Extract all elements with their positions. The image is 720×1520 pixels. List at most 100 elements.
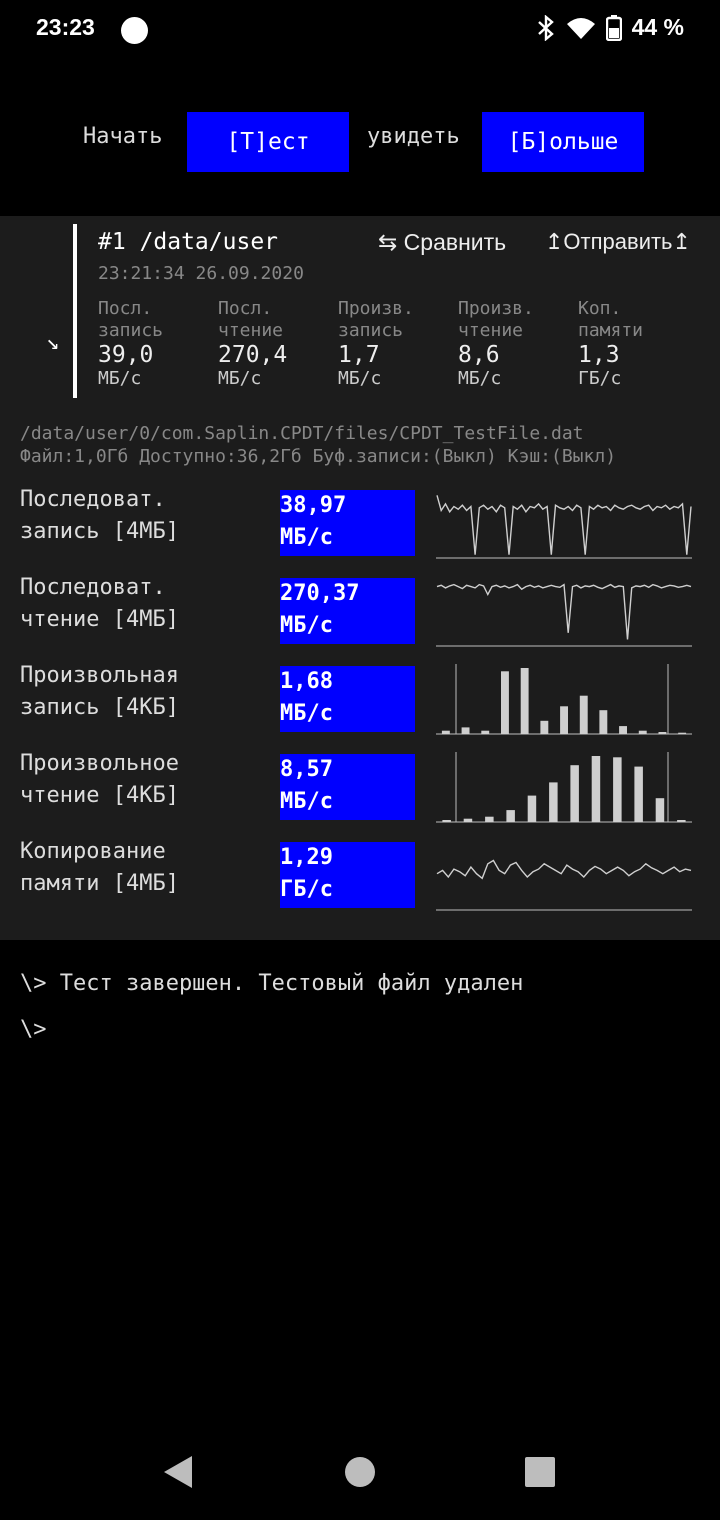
summary-label: запись	[98, 320, 164, 341]
summary-value: 39,0	[98, 342, 154, 368]
expand-arrow-icon[interactable]: ↘	[46, 330, 59, 355]
terminal-line: \> Тест завершен. Тестовый файл удален	[20, 971, 524, 996]
summary-label: памяти	[578, 320, 644, 341]
result-label-line: Последоват.	[20, 575, 166, 600]
recents-icon[interactable]	[525, 1457, 555, 1487]
summary-rand-read: Произв. чтение 8,6 МБ/с	[458, 298, 534, 389]
summary-mem-copy: Коп. памяти 1,3 ГБ/с	[578, 298, 643, 389]
result-label-rand-read: Произвольное чтение [4КБ]	[20, 748, 179, 812]
chart-bar	[442, 820, 451, 822]
battery-icon	[605, 14, 622, 41]
result-label-line: Последоват.	[20, 487, 166, 512]
chart-bar	[463, 818, 473, 822]
wifi-icon	[566, 17, 595, 39]
summary-label: Произв.	[338, 298, 414, 319]
result-unit: МБ/с	[280, 525, 333, 550]
chart-seq-write	[436, 495, 692, 559]
chart-bar	[501, 671, 509, 734]
result-label-line: чтение [4КБ]	[20, 783, 179, 808]
summary-label: чтение	[218, 320, 284, 341]
run-date: 23:21:34 26.09.2020	[98, 263, 304, 284]
chart-bar	[613, 757, 622, 822]
back-icon[interactable]	[163, 1455, 193, 1489]
file-info: Файл:1,0Гб Доступно:36,2Гб Буф.записи:(В…	[20, 446, 617, 467]
see-label: увидеть	[367, 124, 460, 149]
chart-rand-write	[436, 664, 692, 735]
summary-label: Посл.	[98, 298, 153, 319]
chart-bar	[570, 765, 579, 822]
summary-label: Посл.	[218, 298, 273, 319]
summary-value: 1,7	[338, 342, 380, 368]
summary-label: чтение	[458, 320, 524, 341]
result-unit: ГБ/с	[280, 877, 333, 902]
result-label-line: запись [4МБ]	[20, 519, 179, 544]
send-button[interactable]: ↥Отправить↥	[545, 229, 691, 255]
result-label-line: чтение [4МБ]	[20, 607, 179, 632]
result-label-mem-copy: Копирование памяти [4МБ]	[20, 836, 179, 900]
summary-unit: МБ/с	[458, 368, 502, 389]
result-value: 270,37	[280, 581, 360, 606]
chart-bar	[658, 732, 667, 734]
result-label-line: Произвольное	[20, 751, 179, 776]
run-selected-indicator	[73, 224, 77, 398]
compare-button[interactable]: ⇆ Сравнить	[378, 229, 506, 256]
result-label-line: Произвольная	[20, 663, 179, 688]
chart-rand-read	[436, 752, 692, 823]
terminal-prompt[interactable]: \>	[20, 1017, 47, 1042]
result-value-rand-write: 1,68 МБ/с	[280, 666, 415, 732]
chart-bar	[619, 726, 627, 734]
test-button[interactable]: [Т]ест	[187, 112, 349, 172]
chart-mem-copy	[436, 859, 692, 911]
chart-bar	[579, 695, 588, 734]
notification-dot-icon	[121, 17, 148, 44]
chart-series-line	[436, 495, 692, 555]
status-time: 23:23	[36, 14, 95, 40]
summary-rand-write: Произв. запись 1,7 МБ/с	[338, 298, 414, 389]
result-label-line: запись [4КБ]	[20, 695, 179, 720]
run-title[interactable]: #1 /data/user	[98, 229, 278, 255]
status-icons: 44 %	[536, 14, 684, 41]
result-label-line: памяти [4МБ]	[20, 871, 179, 896]
chart-bar	[441, 730, 450, 734]
chart-bar	[540, 720, 549, 734]
chart-bar	[549, 782, 558, 822]
summary-seq-write: Посл. запись 39,0 МБ/с	[98, 298, 163, 389]
result-unit: МБ/с	[280, 701, 333, 726]
chart-bar	[591, 756, 601, 822]
summary-value: 8,6	[458, 342, 500, 368]
chart-bar	[506, 810, 515, 822]
file-path: /data/user/0/com.Saplin.CPDT/files/CPDT_…	[20, 423, 584, 444]
summary-unit: ГБ/с	[578, 368, 622, 389]
chart-bar	[560, 706, 568, 734]
chart-bar	[527, 795, 537, 822]
result-label-seq-write: Последоват. запись [4МБ]	[20, 484, 179, 548]
result-unit: МБ/с	[280, 613, 333, 638]
chart-bar	[461, 727, 470, 734]
chart-bar	[520, 668, 529, 734]
chart-bar	[638, 730, 647, 734]
chart-series-line	[436, 859, 692, 880]
summary-seq-read: Посл. чтение 270,4 МБ/с	[218, 298, 287, 389]
chart-bar	[599, 710, 608, 734]
result-value: 1,68	[280, 669, 333, 694]
result-label-line: Копирование	[20, 839, 166, 864]
result-label-seq-read: Последоват. чтение [4МБ]	[20, 572, 179, 636]
chart-bar	[655, 798, 665, 822]
chart-bar	[481, 730, 490, 734]
summary-unit: МБ/с	[338, 368, 382, 389]
chart-series-line	[436, 583, 692, 640]
result-unit: МБ/с	[280, 789, 333, 814]
chart-bar	[485, 816, 494, 822]
bluetooth-icon	[537, 14, 554, 41]
chart-bar	[677, 820, 686, 822]
summary-label: Коп.	[578, 298, 622, 319]
battery-percent: 44 %	[631, 14, 684, 40]
result-value: 38,97	[280, 493, 347, 518]
result-value: 1,29	[280, 845, 333, 870]
chart-seq-read	[436, 583, 692, 647]
home-icon[interactable]	[345, 1457, 375, 1487]
more-button[interactable]: [Б]ольше	[482, 112, 644, 172]
summary-value: 1,3	[578, 342, 620, 368]
summary-label: запись	[338, 320, 404, 341]
result-label-rand-write: Произвольная запись [4КБ]	[20, 660, 179, 724]
